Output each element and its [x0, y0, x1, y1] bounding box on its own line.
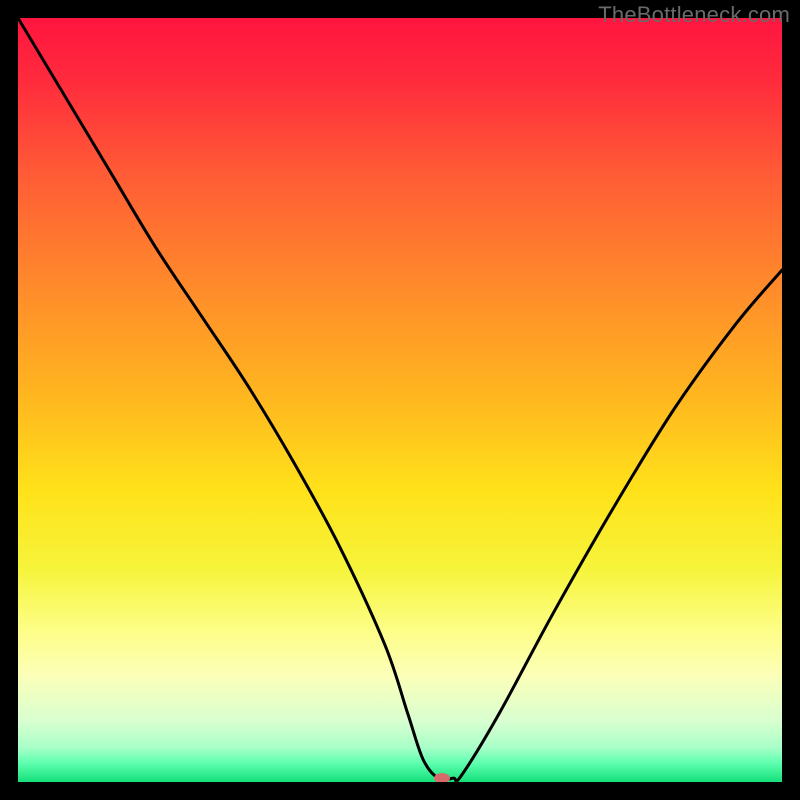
plot-area [18, 18, 782, 782]
chart-frame: TheBottleneck.com [0, 0, 800, 800]
gradient-background [18, 18, 782, 782]
bottleneck-chart [18, 18, 782, 782]
watermark-text: TheBottleneck.com [598, 2, 790, 28]
